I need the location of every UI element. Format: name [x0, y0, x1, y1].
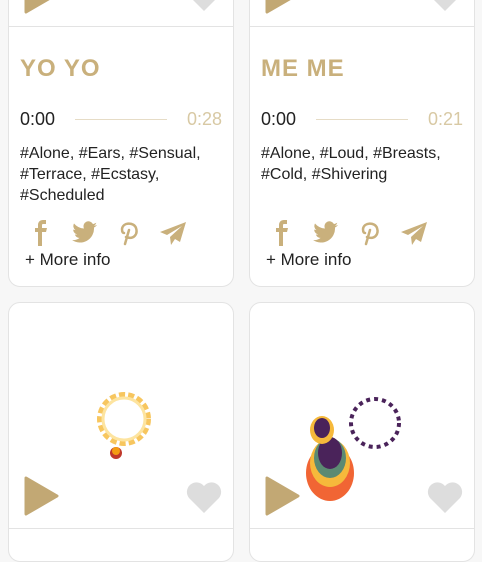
- artwork: [250, 0, 474, 27]
- more-info-link[interactable]: + More info: [20, 250, 222, 270]
- sound-title: ME ME: [261, 55, 345, 82]
- artwork: [250, 303, 474, 529]
- sound-card: [249, 302, 475, 562]
- audio-player[interactable]: 0:00 0:21: [261, 109, 463, 130]
- artwork: [9, 303, 233, 529]
- progress-bar[interactable]: [316, 119, 408, 120]
- pinterest-icon[interactable]: [116, 220, 142, 246]
- sound-title: YO YO: [20, 55, 101, 82]
- sound-card: YO YO 0:00 0:28 #Alone, #Ears, #Sensual,…: [8, 0, 234, 287]
- artwork: [9, 0, 233, 27]
- play-icon[interactable]: [264, 0, 300, 14]
- twitter-icon[interactable]: [313, 220, 339, 246]
- twitter-icon[interactable]: [72, 220, 98, 246]
- heart-icon[interactable]: [426, 0, 464, 12]
- artwork-image: [306, 397, 401, 501]
- tags: #Alone, #Loud, #Breasts, #Cold, #Shiveri…: [261, 145, 441, 183]
- play-icon[interactable]: [23, 0, 59, 14]
- heart-icon[interactable]: [185, 480, 223, 514]
- facebook-icon[interactable]: [269, 220, 295, 246]
- progress-bar[interactable]: [75, 119, 167, 120]
- sound-card: ME ME 0:00 0:21 #Alone, #Loud, #Breasts,…: [249, 0, 475, 287]
- duration: 0:21: [427, 109, 463, 129]
- send-icon[interactable]: [160, 220, 186, 246]
- send-icon[interactable]: [401, 220, 427, 246]
- artwork-image: [97, 392, 151, 459]
- audio-player[interactable]: 0:00 0:28: [20, 109, 222, 130]
- facebook-icon[interactable]: [28, 220, 54, 246]
- current-time: 0:00: [20, 109, 56, 129]
- play-icon[interactable]: [264, 476, 300, 516]
- play-icon[interactable]: [23, 476, 59, 516]
- current-time: 0:00: [261, 109, 297, 129]
- heart-icon[interactable]: [426, 480, 464, 514]
- duration: 0:28: [186, 109, 222, 129]
- heart-icon[interactable]: [185, 0, 223, 12]
- tags: #Alone, #Ears, #Sensual, #Terrace, #Ecst…: [20, 145, 201, 204]
- pinterest-icon[interactable]: [357, 220, 383, 246]
- more-info-link[interactable]: + More info: [261, 250, 463, 270]
- sound-card: [8, 302, 234, 562]
